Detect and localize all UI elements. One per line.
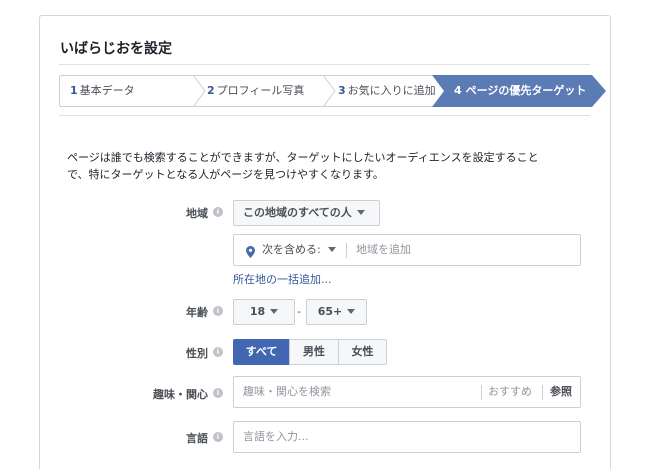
- step-number: 4: [454, 84, 462, 97]
- bulk-location-link[interactable]: 所在地の一括追加...: [233, 271, 332, 287]
- step-number: 3: [338, 84, 346, 97]
- input-divider: [346, 243, 347, 258]
- location-label: 地域: [186, 207, 208, 220]
- location-input[interactable]: 次を含める: 地域を追加: [233, 234, 581, 266]
- step-label-active: 4 ページの優先ターゲット: [454, 75, 586, 107]
- language-label: 言語: [186, 432, 208, 445]
- location-placeholder: 地域を追加: [356, 243, 411, 256]
- location-scope-dropdown[interactable]: この地域のすべての人: [233, 200, 380, 226]
- info-icon[interactable]: i: [213, 347, 223, 357]
- dialog-title: いばらじおを設定: [60, 41, 172, 57]
- language-input[interactable]: 言語を入力...: [233, 421, 581, 453]
- info-icon[interactable]: i: [213, 432, 223, 442]
- step-label: プロフィール写真: [216, 84, 305, 97]
- age-separator: -: [297, 305, 301, 318]
- interests-input[interactable]: 趣味・関心を検索 おすすめ 参照: [233, 376, 581, 408]
- step-label: ページの優先ターゲット: [465, 84, 587, 97]
- age-label: 年齢: [186, 306, 208, 319]
- step-number: 2: [207, 84, 215, 97]
- location-pin-icon: [246, 246, 255, 258]
- include-label: 次を含める:: [262, 243, 321, 256]
- step-separator-icon: [323, 76, 336, 106]
- chevron-down-icon: [327, 246, 336, 252]
- browse-link[interactable]: 参照: [550, 377, 572, 407]
- include-selector[interactable]: 次を含める:: [262, 235, 336, 265]
- step-separator-icon: [193, 76, 206, 106]
- chevron-down-icon: [347, 308, 356, 314]
- gender-option-female[interactable]: 女性: [338, 339, 387, 365]
- step-label: 基本データ: [79, 84, 135, 97]
- intro-line: ページは誰でも検索することができますが、ターゲットにしたいオーディエンスを設定す…: [67, 151, 539, 164]
- intro-text: ページは誰でも検索することができますが、ターゲットにしたいオーディエンスを設定す…: [67, 149, 587, 183]
- age-min-value: 18: [249, 305, 266, 318]
- location-scope-value: この地域のすべての人: [243, 206, 352, 219]
- chevron-down-icon: [270, 308, 279, 314]
- intro-line: で、特にターゲットとなる人がページを見つけやすくなります。: [67, 168, 384, 181]
- step-number: 1: [70, 84, 78, 97]
- divider: [59, 115, 590, 116]
- gender-option-male[interactable]: 男性: [289, 339, 339, 365]
- wizard-steps: 1 基本データ 2 プロフィール写真 3 お気に入りに追加 4 ページの優先ターゲット: [59, 75, 606, 107]
- suggestions-link[interactable]: おすすめ: [488, 377, 532, 407]
- step-add-favorites[interactable]: 3 お気に入りに追加: [338, 76, 436, 106]
- interests-label: 趣味・関心: [153, 388, 208, 401]
- input-divider: [481, 385, 482, 400]
- info-icon[interactable]: i: [213, 306, 223, 316]
- input-divider: [542, 385, 543, 400]
- interests-placeholder: 趣味・関心を検索: [243, 385, 331, 398]
- info-icon[interactable]: i: [213, 388, 223, 398]
- info-icon[interactable]: i: [213, 207, 223, 217]
- step-label: お気に入りに追加: [347, 84, 436, 97]
- chevron-down-icon: [356, 209, 365, 215]
- age-max-dropdown[interactable]: 65+: [306, 299, 367, 325]
- step-profile-photo[interactable]: 2 プロフィール写真: [207, 76, 304, 106]
- age-min-dropdown[interactable]: 18: [233, 299, 295, 325]
- age-max-value: 65+: [317, 305, 343, 318]
- gender-label: 性別: [186, 347, 208, 360]
- step-basic-info[interactable]: 1 基本データ: [70, 76, 135, 106]
- gender-option-all[interactable]: すべて: [233, 339, 290, 365]
- divider: [59, 64, 590, 65]
- step-preferred-audience[interactable]: 4 ページの優先ターゲット: [432, 75, 606, 107]
- language-placeholder: 言語を入力...: [243, 430, 309, 443]
